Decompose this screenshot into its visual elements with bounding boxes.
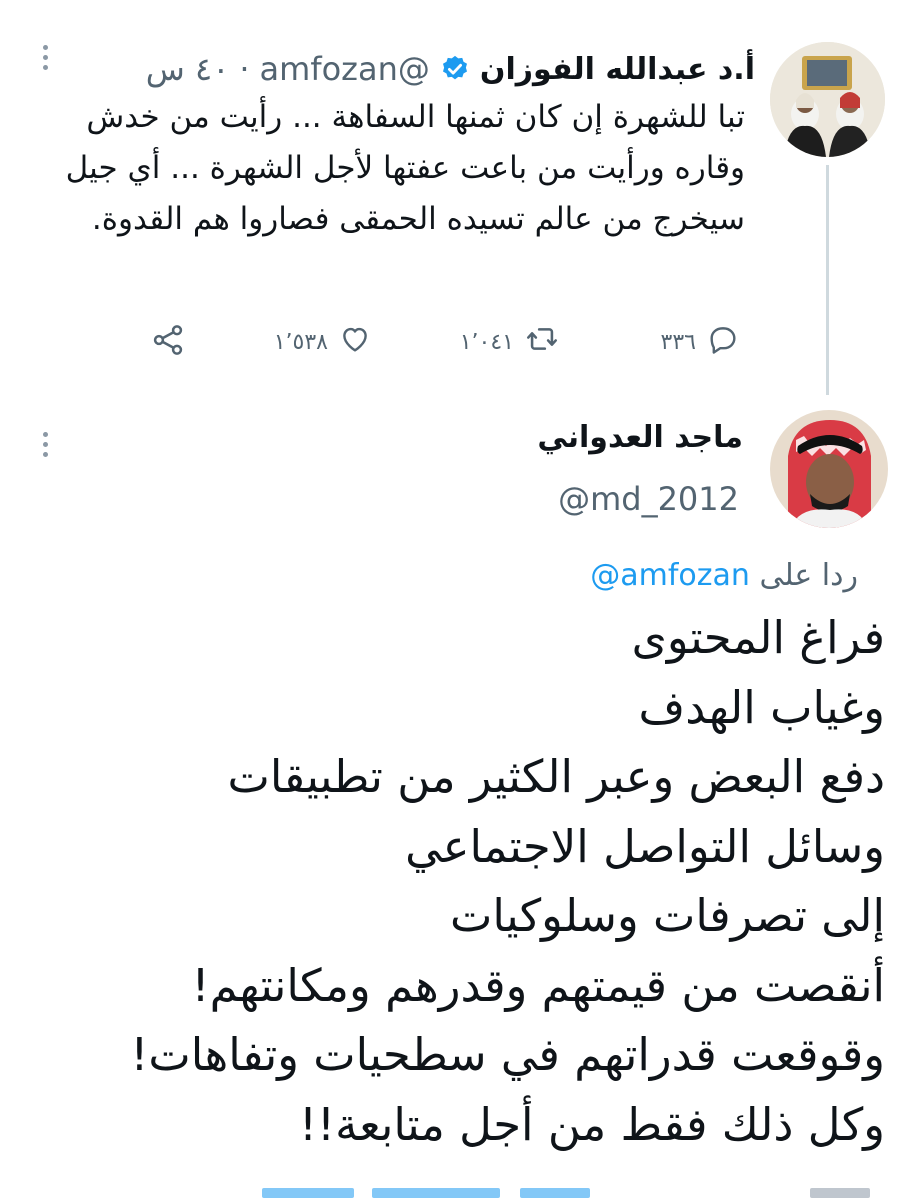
handle[interactable]: @amfozan	[260, 50, 430, 88]
replying-to-prefix: ردا على	[759, 558, 858, 593]
display-name[interactable]: أ.د عبدالله الفوزان	[480, 52, 755, 87]
thread-line	[826, 165, 829, 395]
next-content-peek	[0, 1186, 915, 1200]
retweet-action[interactable]: ١٬٠٤١	[460, 322, 560, 362]
tweet1-header: أ.د عبدالله الفوزان @amfozan · ٤٠ س	[146, 50, 755, 88]
verified-badge-icon	[440, 54, 470, 84]
replying-to: ردا على @amfozan	[590, 558, 858, 593]
tweet1-text: تبا للشهرة إن كان ثمنها السفاهة ... رأيت…	[65, 99, 745, 237]
like-count: ١٬٥٣٨	[273, 329, 328, 355]
heart-icon	[338, 322, 372, 362]
retweet-icon	[524, 322, 560, 362]
retweet-count: ١٬٠٤١	[459, 329, 514, 355]
reply-icon	[706, 322, 740, 362]
more-vertical-icon-2[interactable]	[40, 432, 50, 462]
separator-dot: ·	[239, 50, 250, 88]
like-action[interactable]: ١٬٥٣٨	[274, 322, 372, 362]
reply-count: ٣٣٦	[660, 329, 696, 355]
display-name-2[interactable]: ماجد العدواني	[537, 420, 743, 455]
reply-action[interactable]: ٣٣٦	[661, 322, 740, 362]
share-icon[interactable]	[150, 322, 186, 362]
handle-2[interactable]: @md_2012	[558, 480, 739, 518]
avatar-amfozan[interactable]	[770, 42, 885, 157]
replying-to-mention[interactable]: @amfozan	[590, 558, 750, 593]
timestamp[interactable]: ٤٠ س	[146, 50, 230, 88]
more-vertical-icon[interactable]	[40, 45, 50, 75]
tweet2-text: فراغ المحتوى وغياب الهدف دفع البعض وعبر …	[130, 611, 885, 1151]
avatar-md_2012[interactable]	[770, 410, 888, 528]
